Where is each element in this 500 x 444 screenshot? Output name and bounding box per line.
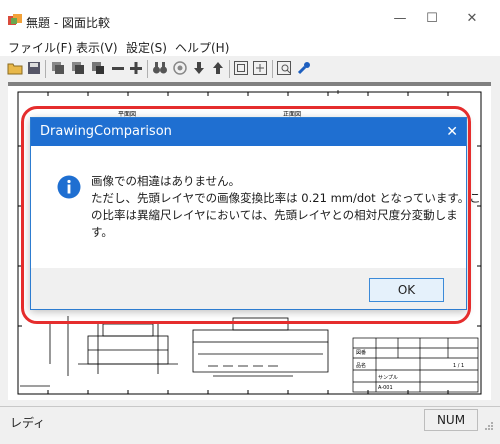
toolbar-separator bbox=[45, 60, 46, 78]
info-icon bbox=[57, 175, 81, 199]
message-dialog: DrawingComparison ✕ 画像での相違はありません。 ただし、先頭… bbox=[30, 117, 481, 310]
message-line: の比率は異縮尺レイヤにおいては、先頭レイヤとの相対尺度分変動しま bbox=[91, 208, 458, 222]
menu-view[interactable]: 表示(V) bbox=[76, 39, 118, 56]
plus-icon[interactable] bbox=[128, 60, 144, 76]
binoculars-icon[interactable] bbox=[152, 60, 168, 76]
layer-add-icon[interactable] bbox=[70, 60, 86, 76]
menu-settings[interactable]: 設定(S) bbox=[126, 39, 167, 56]
app-window: 無題 - 図面比較 — ☐ ✕ ファイル(F) 表示(V) 設定(S) ヘルプ(… bbox=[0, 0, 500, 444]
open-folder-icon[interactable] bbox=[7, 60, 23, 76]
dialog-title-bar: DrawingComparison ✕ bbox=[31, 118, 466, 146]
status-text: レディ bbox=[10, 416, 46, 430]
title-block-value-name: サンプル bbox=[378, 375, 398, 381]
title-block-label-name: 品名 bbox=[356, 362, 366, 369]
zoom-fit-icon[interactable] bbox=[233, 60, 249, 76]
dialog-message: 画像での相違はありません。 ただし、先頭レイヤでの画像変換比率は 0.21 mm… bbox=[91, 173, 481, 241]
minus-icon[interactable] bbox=[110, 60, 126, 76]
dialog-footer: OK bbox=[31, 268, 466, 309]
layer-remove-icon[interactable] bbox=[90, 60, 106, 76]
maximize-button[interactable]: ☐ bbox=[412, 8, 452, 30]
dialog-title: DrawingComparison bbox=[40, 124, 172, 139]
arrow-down-icon[interactable] bbox=[191, 60, 207, 76]
close-button[interactable]: ✕ bbox=[452, 8, 492, 30]
app-icon bbox=[8, 14, 22, 25]
arrow-up-icon[interactable] bbox=[210, 60, 226, 76]
status-bar: レディ NUM bbox=[0, 406, 500, 444]
message-line: 画像での相違はありません。 bbox=[91, 174, 241, 188]
menu-file[interactable]: ファイル(F) bbox=[8, 39, 72, 56]
target-icon[interactable] bbox=[172, 60, 188, 76]
zoom-window-icon[interactable] bbox=[252, 60, 268, 76]
title-block-label-number: 図番 bbox=[356, 349, 366, 356]
save-icon[interactable] bbox=[26, 60, 42, 76]
menu-bar: ファイル(F) 表示(V) 設定(S) ヘルプ(H) bbox=[0, 36, 500, 56]
menu-help[interactable]: ヘルプ(H) bbox=[175, 39, 229, 56]
num-lock-indicator: NUM bbox=[424, 409, 478, 431]
toolbar-separator bbox=[229, 60, 230, 78]
layer-icon[interactable] bbox=[50, 60, 66, 76]
message-line: ただし、先頭レイヤでの画像変換比率は 0.21 mm/dot となっています。こ bbox=[91, 191, 481, 205]
compare-icon[interactable] bbox=[276, 60, 292, 76]
title-block-value-number: A-001 bbox=[378, 385, 393, 391]
dialog-close-button[interactable]: ✕ bbox=[446, 118, 458, 146]
title-bar: 無題 - 図面比較 — ☐ ✕ bbox=[0, 0, 500, 36]
window-title: 無題 - 図面比較 bbox=[26, 16, 110, 30]
wrench-icon[interactable] bbox=[296, 60, 312, 76]
ok-button[interactable]: OK bbox=[369, 278, 444, 302]
toolbar bbox=[0, 57, 500, 81]
toolbar-separator bbox=[272, 60, 273, 78]
toolbar-separator bbox=[147, 60, 148, 78]
message-line: す。 bbox=[91, 225, 113, 239]
title-block-sheet: 1 / 1 bbox=[453, 363, 464, 369]
resize-grip-icon[interactable] bbox=[484, 421, 494, 431]
